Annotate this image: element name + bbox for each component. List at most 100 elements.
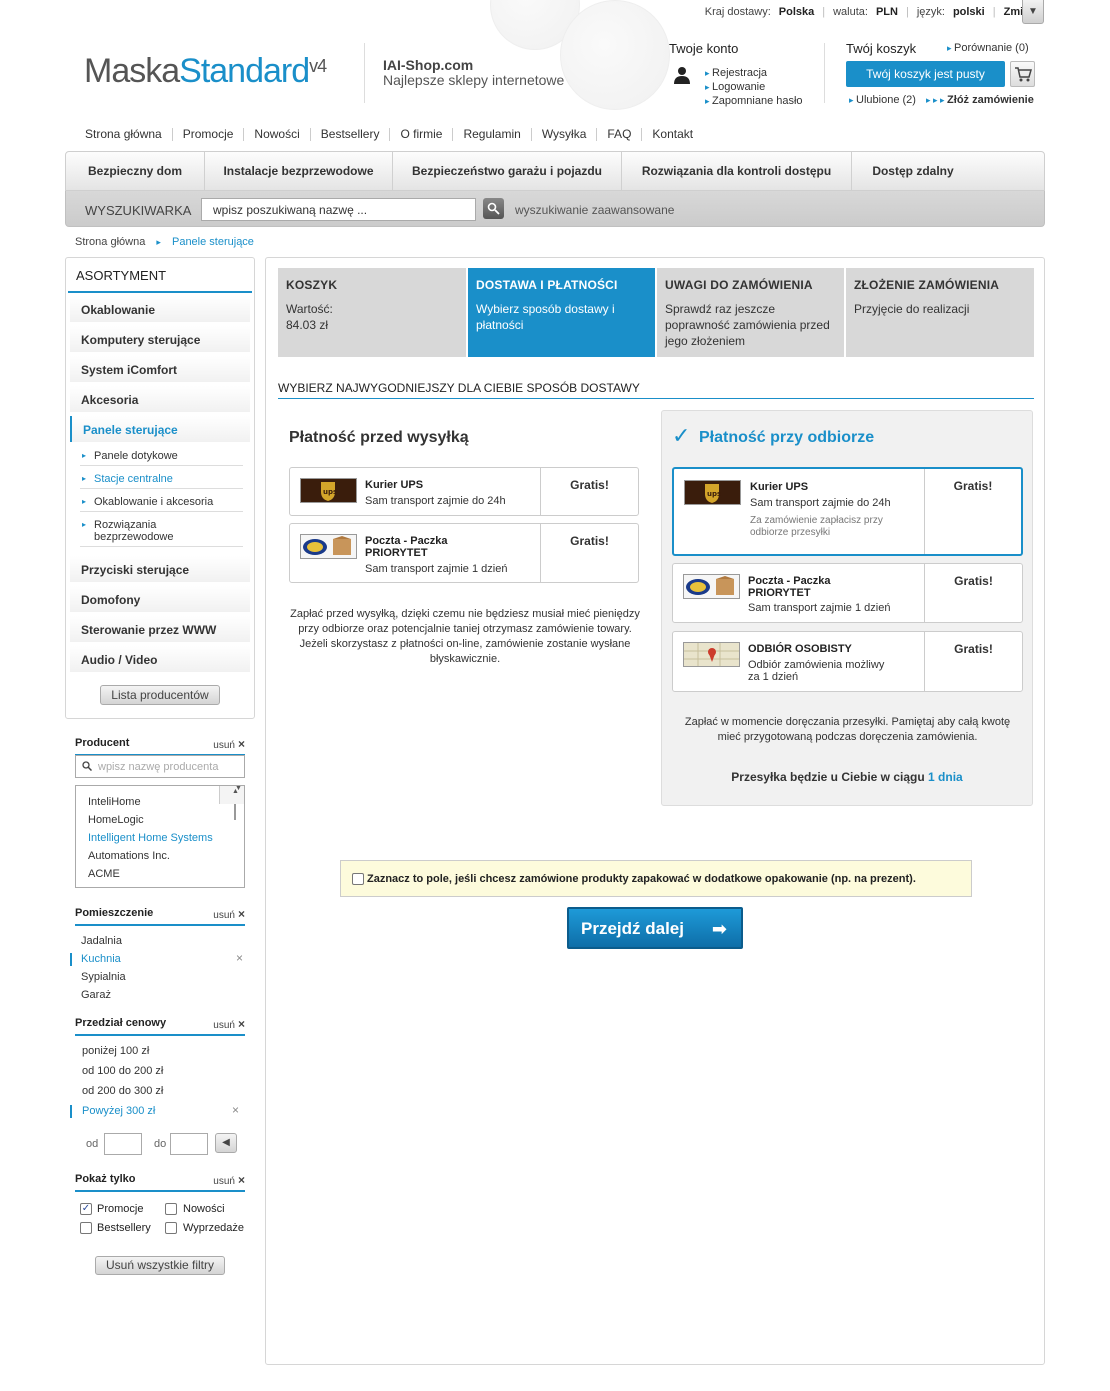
close-icon: × — [237, 1173, 245, 1187]
breadcrumb-home[interactable]: Strona główna — [75, 236, 145, 248]
room-item[interactable]: Jadalnia — [81, 935, 122, 947]
category-remote-access[interactable]: Dostęp zdalny — [852, 152, 974, 190]
language-value[interactable]: polski — [953, 6, 985, 18]
price-item[interactable]: poniżej 100 zł — [82, 1045, 149, 1057]
search-input[interactable]: wpisz poszukiwaną nazwę ... — [201, 198, 476, 221]
selected-indicator — [70, 1105, 72, 1118]
breadcrumb-current[interactable]: Panele sterujące — [172, 236, 254, 248]
main-menu: Strona główna Promocje Nowości Bestselle… — [75, 128, 703, 141]
settings-dropdown-button[interactable]: ▼ — [1022, 0, 1044, 24]
sidebar-subitem-touch-panels[interactable]: Panele dotykowe — [80, 447, 243, 466]
search-icon[interactable] — [483, 198, 504, 219]
price-item[interactable]: od 200 do 300 zł — [82, 1085, 163, 1097]
producers-list-button[interactable]: Lista producentów — [100, 685, 220, 705]
step-cart[interactable]: KOSZYK Wartość: 84.03 zł — [278, 268, 466, 357]
place-order-link[interactable]: ▸ Złóż zamówienie — [926, 94, 1034, 106]
close-icon: × — [237, 737, 245, 751]
price-apply-button[interactable]: ◀ — [215, 1133, 237, 1153]
menu-item-about[interactable]: O firmie — [390, 128, 454, 141]
price-to-input[interactable] — [170, 1133, 208, 1155]
category-safe-home[interactable]: Bezpieczny dom — [66, 152, 205, 190]
gift-wrap-checkbox[interactable] — [352, 873, 364, 885]
compare-link[interactable]: ▸ Porównanie (0) — [947, 42, 1029, 54]
cart-icon[interactable] — [1010, 61, 1035, 87]
category-garage[interactable]: Bezpieczeństwo garażu i pojazdu — [393, 152, 622, 190]
sidebar-subitem-cabling-accessories[interactable]: Okablowanie i akcesoria — [80, 493, 243, 512]
clear-room-filter[interactable]: usuń × — [213, 907, 245, 921]
assortment-title: ASORTYMENT — [76, 268, 167, 283]
sidebar-item-control-panels[interactable]: Panele sterujące — [70, 416, 250, 442]
clear-price-filter[interactable]: usuń × — [213, 1017, 245, 1031]
prepay-title: Płatność przed wysyłką — [289, 429, 469, 446]
close-icon: × — [237, 907, 245, 921]
price-filter-header: Przedział cenowy usuń × — [75, 1017, 245, 1036]
cart-button[interactable]: Twój koszyk jest pusty — [846, 61, 1005, 87]
language-label: język: — [916, 6, 945, 18]
prepay-option-post[interactable]: Poczta - Paczka PRIORYTET Sam transport z… — [289, 523, 639, 583]
producer-item[interactable]: Intelligent Home Systems — [76, 829, 244, 847]
producer-item[interactable]: ACME — [76, 865, 244, 883]
prepay-option-ups[interactable]: ups Kurier UPS Sam transport zajmie do 2… — [289, 467, 639, 516]
clear-all-filters-button[interactable]: Usuń wszystkie filtry — [95, 1256, 225, 1275]
sales-checkbox[interactable] — [165, 1222, 177, 1234]
menu-item-shipping[interactable]: Wysyłka — [532, 128, 598, 141]
menu-item-faq[interactable]: FAQ — [597, 128, 643, 141]
step-delivery-payment[interactable]: DOSTAWA I PŁATNOŚCI Wybierz sposób dosta… — [468, 268, 655, 357]
site-logo[interactable]: MaskaStandardv4 — [84, 52, 327, 91]
sidebar-item-cabling[interactable]: Okablowanie — [70, 296, 250, 322]
login-link[interactable]: Logowanie — [705, 80, 803, 94]
producer-search-input[interactable]: wpisz nazwę producenta — [75, 755, 245, 778]
room-item[interactable]: Sypialnia — [81, 971, 126, 983]
sidebar-item-intercoms[interactable]: Domofony — [70, 586, 250, 612]
step-place-order[interactable]: ZŁOŻENIE ZAMÓWIENIA Przyjęcie do realiza… — [846, 268, 1034, 357]
producer-item[interactable]: Automations Inc. — [76, 847, 244, 865]
promotions-checkbox[interactable]: ✓ — [80, 1203, 92, 1215]
continue-button[interactable]: Przejdź dalej ➡ — [567, 907, 743, 949]
menu-item-promotions[interactable]: Promocje — [173, 128, 245, 141]
producer-list[interactable]: InteliHome HomeLogic Intelligent Home Sy… — [75, 785, 245, 888]
cod-option-ups-selected[interactable]: ups Kurier UPS Sam transport zajmie do 2… — [672, 467, 1023, 556]
sidebar-item-icomfort[interactable]: System iComfort — [70, 356, 250, 382]
country-value[interactable]: Polska — [779, 6, 814, 18]
room-item-selected[interactable]: Kuchnia — [81, 953, 121, 965]
scrollbar[interactable]: ▲ ▼ — [219, 786, 244, 820]
favorites-link[interactable]: Ulubione (2) — [849, 94, 916, 106]
gift-wrap-option[interactable]: Zaznacz to pole, jeśli chcesz zamówione … — [340, 860, 972, 897]
room-item[interactable]: Garaż — [81, 989, 111, 1001]
category-wireless[interactable]: Instalacje bezprzewodowe — [205, 152, 393, 190]
cod-option-post[interactable]: Poczta - Paczka PRIORYTET Sam transport z… — [672, 563, 1023, 623]
forgot-password-link[interactable]: Zapomniane hasło — [705, 94, 803, 108]
sidebar-item-accessories[interactable]: Akcesoria — [70, 386, 250, 412]
sidebar-subitem-wireless[interactable]: Rozwiązania bezprzewodowe — [80, 516, 243, 547]
new-checkbox[interactable] — [165, 1203, 177, 1215]
register-link[interactable]: Rejestracja — [705, 66, 803, 80]
price-from-input[interactable] — [104, 1133, 142, 1155]
advanced-search-link[interactable]: wyszukiwanie zaawansowane — [515, 203, 674, 217]
menu-item-bestsellers[interactable]: Bestsellery — [311, 128, 391, 141]
cod-option-pickup[interactable]: ODBIÓR OSOBISTY Odbiór zamówienia możliw… — [672, 631, 1023, 692]
sidebar-item-computers[interactable]: Komputery sterujące — [70, 326, 250, 352]
menu-item-terms[interactable]: Regulamin — [453, 128, 532, 141]
room-filter-header: Pomieszczenie usuń × — [75, 907, 245, 926]
shop-name: IAI-Shop.com — [383, 57, 474, 73]
price-item[interactable]: od 100 do 200 zł — [82, 1065, 163, 1077]
divider — [364, 43, 365, 103]
price-item-selected[interactable]: Powyżej 300 zł — [82, 1105, 155, 1117]
menu-item-home[interactable]: Strona główna — [75, 128, 173, 141]
close-icon[interactable]: × — [232, 1103, 239, 1117]
clear-show-filter[interactable]: usuń × — [213, 1173, 245, 1187]
menu-item-contact[interactable]: Kontakt — [642, 128, 703, 141]
sidebar-subitem-central-stations[interactable]: Stacje centralne — [80, 470, 243, 489]
producer-item[interactable]: HomeLogic — [76, 811, 244, 829]
sidebar-item-buttons[interactable]: Przyciski sterujące — [70, 556, 250, 582]
close-icon[interactable]: × — [236, 951, 243, 965]
bestsellers-checkbox[interactable] — [80, 1222, 92, 1234]
sidebar-item-web-control[interactable]: Sterowanie przez WWW — [70, 616, 250, 642]
sidebar-item-audio-video[interactable]: Audio / Video — [70, 646, 250, 672]
step-order-notes[interactable]: UWAGI DO ZAMÓWIENIA Sprawdź raz jeszcze … — [657, 268, 844, 357]
currency-value[interactable]: PLN — [876, 6, 898, 18]
menu-item-new[interactable]: Nowości — [244, 128, 311, 141]
category-access-control[interactable]: Rozwiązania dla kontroli dostępu — [622, 152, 852, 190]
clear-producer-filter[interactable]: usuń × — [213, 737, 245, 751]
ups-logo-icon: ups — [684, 480, 741, 505]
